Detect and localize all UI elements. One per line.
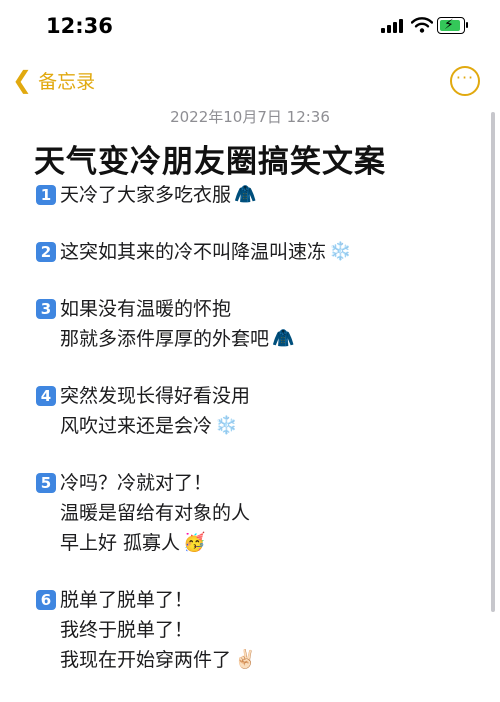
item-text: 这突如其来的冷不叫降温叫速冻 <box>60 241 327 263</box>
back-button[interactable]: ❮ 备忘录 <box>12 64 95 96</box>
item-text: 早上好 孤寡人 <box>60 532 181 554</box>
note-date: 2022年10月7日 12:36 <box>170 108 330 126</box>
number-badge: 1 <box>36 185 56 205</box>
list-item: 5 冷吗？冷就对了！ 温暖是留给有对象的人 早上好 孤寡人 🥳 <box>36 468 476 558</box>
battery-icon: ⚡ <box>437 17 469 34</box>
item-text: 温暖是留给有对象的人 <box>60 502 251 524</box>
number-badge: 4 <box>36 386 56 406</box>
item-text: 天冷了大家多吃衣服 <box>60 184 232 206</box>
number-badge: 2 <box>36 242 56 262</box>
snowflake-icon: ❄️ <box>215 415 238 436</box>
more-options-button[interactable]: ··· <box>450 66 480 96</box>
list-item: 4 突然发现长得好看没用 风吹过来还是会冷 ❄️ <box>36 381 476 441</box>
coat-icon: 🧥 <box>272 328 295 349</box>
number-badge: 6 <box>36 590 56 610</box>
wifi-icon <box>411 17 433 33</box>
list-item: 1 天冷了大家多吃衣服 🧥 <box>36 180 476 210</box>
status-bar: 12:36 ⚡ <box>0 0 500 56</box>
chevron-left-icon: ❮ <box>12 66 33 94</box>
number-badge: 3 <box>36 299 56 319</box>
number-badge: 5 <box>36 473 56 493</box>
navigation-bar: ❮ 备忘录 ··· <box>0 60 500 100</box>
note-title[interactable]: 天气变冷朋友圈搞笑文案 <box>34 136 386 181</box>
list-item: 6 脱单了脱单了！ 我终于脱单了！ 我现在开始穿两件了 ✌🏻 <box>36 585 476 675</box>
item-text: 我现在开始穿两件了 <box>60 649 232 671</box>
item-text: 冷吗？冷就对了！ <box>60 472 213 494</box>
item-text: 突然发现长得好看没用 <box>60 385 251 407</box>
victory-hand-icon: ✌🏻 <box>234 649 257 670</box>
cellular-signal-icon <box>381 19 405 33</box>
note-body[interactable]: 1 天冷了大家多吃衣服 🧥 2 这突如其来的冷不叫降温叫速冻 ❄️ 3 如果没有温暖的怀抱… <box>36 180 476 702</box>
snowflake-icon: ❄️ <box>329 241 352 262</box>
item-text: 脱单了脱单了！ <box>60 589 194 611</box>
party-face-icon: 🥳 <box>183 532 206 553</box>
status-time: 12:36 <box>46 14 113 38</box>
coat-icon: 🧥 <box>234 184 257 205</box>
item-text: 我终于脱单了！ <box>60 619 194 641</box>
item-text: 那就多添件厚厚的外套吧 <box>60 328 270 350</box>
list-item: 2 这突如其来的冷不叫降温叫速冻 ❄️ <box>36 237 476 267</box>
item-text: 如果没有温暖的怀抱 <box>60 298 232 320</box>
scrollbar[interactable] <box>491 112 495 612</box>
back-label: 备忘录 <box>38 70 96 93</box>
item-text: 风吹过来还是会冷 <box>60 415 213 437</box>
list-item: 3 如果没有温暖的怀抱 那就多添件厚厚的外套吧 🧥 <box>36 294 476 354</box>
